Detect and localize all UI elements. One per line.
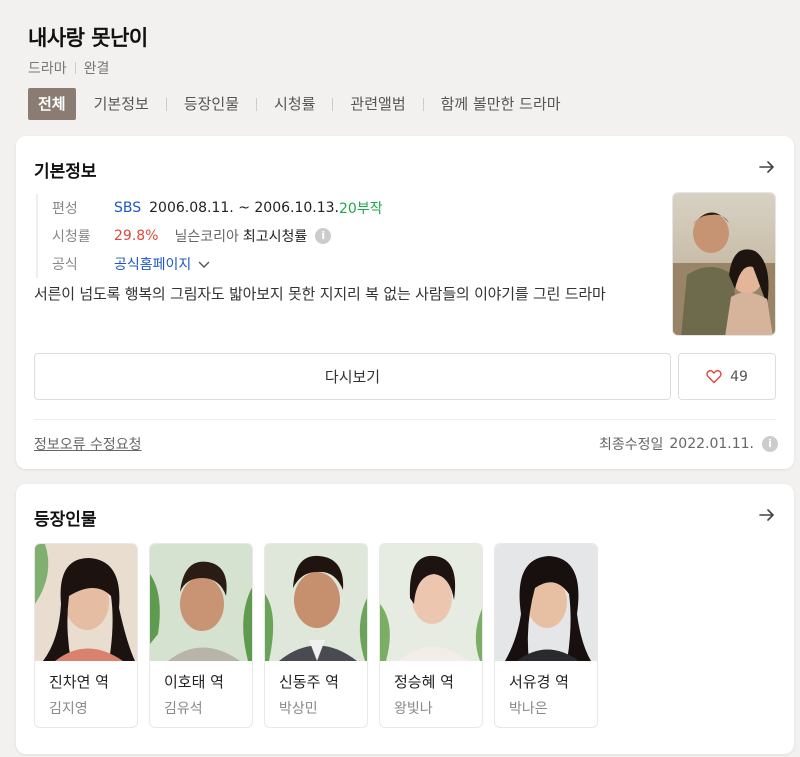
- info-icon[interactable]: i: [315, 228, 332, 244]
- rating-kind: 최고시청률: [242, 229, 308, 245]
- cast-photo: [265, 544, 367, 661]
- updated-label: 최종수정일: [598, 437, 664, 453]
- cast-item[interactable]: 서유경 역 박나은: [494, 543, 598, 728]
- tab-divider: [256, 97, 258, 111]
- cast-role: 정승혜 역: [394, 673, 454, 691]
- cast-actor: 왕빛나: [394, 701, 433, 717]
- cast-actor: 박나은: [509, 701, 548, 717]
- drama-meta: 드라마 완결: [28, 58, 109, 78]
- heart-icon: [706, 369, 722, 384]
- info-table: 편성 SBS 2006.08.11. ~ 2006.10.13. 20부작 시청…: [36, 194, 656, 278]
- official-row: 공식 공식홈페이지: [52, 250, 656, 278]
- tab-divider: [332, 97, 334, 111]
- broadcast-row: 편성 SBS 2006.08.11. ~ 2006.10.13. 20부작: [52, 194, 656, 222]
- drama-poster[interactable]: [672, 192, 776, 336]
- rating-label: 시청률: [52, 229, 91, 245]
- cast-role: 신동주 역: [279, 673, 339, 691]
- tab-albums[interactable]: 관련앨범: [340, 88, 415, 120]
- cast-item[interactable]: 신동주 역 박상민: [264, 543, 368, 728]
- updated-date: 2022.01.11.: [669, 436, 754, 452]
- tab-divider: [165, 97, 167, 111]
- cast-item[interactable]: 정승혜 역 왕빛나: [379, 543, 483, 728]
- cast-actor: 박상민: [279, 701, 318, 717]
- tab-cast[interactable]: 등장인물: [174, 88, 249, 120]
- basic-info-card: 기본정보 편성 SBS 2006.08.11. ~ 2006.10.13. 20…: [16, 136, 794, 469]
- tab-basic-info[interactable]: 기본정보: [84, 88, 159, 120]
- tab-bar: 전체 기본정보 등장인물 시청률 관련앨범 함께 볼만한 드라마: [28, 88, 571, 120]
- rating-value: 29.8%: [114, 228, 159, 244]
- like-button[interactable]: 49: [678, 353, 776, 400]
- meta-divider: [74, 62, 76, 74]
- basic-info-title: 기본정보: [34, 162, 97, 182]
- page-title: 내사랑 못난이: [28, 26, 148, 50]
- arrow-right-icon[interactable]: [758, 158, 776, 176]
- last-updated: 최종수정일 2022.01.11. i: [599, 434, 778, 454]
- tab-divider: [422, 97, 424, 111]
- genre-label: 드라마: [28, 61, 67, 77]
- cast-role: 진차연 역: [49, 673, 109, 691]
- info-icon[interactable]: i: [762, 436, 778, 452]
- tab-ratings[interactable]: 시청률: [264, 88, 325, 120]
- cast-actor: 김유석: [164, 701, 203, 717]
- rewatch-button[interactable]: 다시보기: [34, 353, 671, 400]
- rating-row: 시청률 29.8% 닐슨코리아 최고시청률 i: [52, 222, 656, 250]
- drama-description: 서른이 넘도록 행복의 그림자도 밟아보지 못한 지지리 복 없는 사람들의 이…: [34, 285, 606, 303]
- report-error-link[interactable]: 정보오류 수정요청: [34, 434, 142, 454]
- cast-item[interactable]: 진차연 역 김지영: [34, 543, 138, 728]
- status-label: 완결: [83, 61, 110, 77]
- official-homepage-link[interactable]: 공식홈페이지: [114, 254, 191, 274]
- cast-role: 이호태 역: [164, 673, 224, 691]
- broadcast-label: 편성: [52, 201, 78, 217]
- arrow-right-icon[interactable]: [758, 506, 776, 524]
- episode-count: 20부작: [339, 201, 383, 217]
- channel-link[interactable]: SBS: [114, 200, 141, 216]
- rating-source: 닐슨코리아: [174, 229, 239, 245]
- tab-all[interactable]: 전체: [28, 88, 76, 120]
- tab-recommended[interactable]: 함께 볼만한 드라마: [431, 88, 571, 120]
- like-count: 49: [730, 368, 748, 385]
- official-label: 공식: [52, 257, 78, 273]
- cast-actor: 김지영: [49, 701, 88, 717]
- cast-photo: [150, 544, 252, 661]
- drama-header: 내사랑 못난이 드라마 완결 전체 기본정보 등장인물 시청률 관련앨범 함께 …: [0, 0, 800, 125]
- cast-title: 등장인물: [34, 510, 97, 530]
- chevron-down-icon[interactable]: [197, 257, 211, 271]
- cast-photo: [380, 544, 482, 661]
- cast-list: 진차연 역 김지영 이호태 역 김유석 신동주 역 박상민 정승혜 역 왕빛나 …: [34, 543, 609, 728]
- cast-photo: [35, 544, 137, 661]
- cast-card-section: 등장인물 진차연 역 김지영 이호태 역 김유석 신동주 역 박상민 정승혜 역…: [16, 484, 794, 754]
- card-divider: [34, 419, 776, 420]
- cast-photo: [495, 544, 597, 661]
- broadcast-period: 2006.08.11. ~ 2006.10.13.: [149, 200, 339, 216]
- cast-role: 서유경 역: [509, 673, 569, 691]
- cast-item[interactable]: 이호태 역 김유석: [149, 543, 253, 728]
